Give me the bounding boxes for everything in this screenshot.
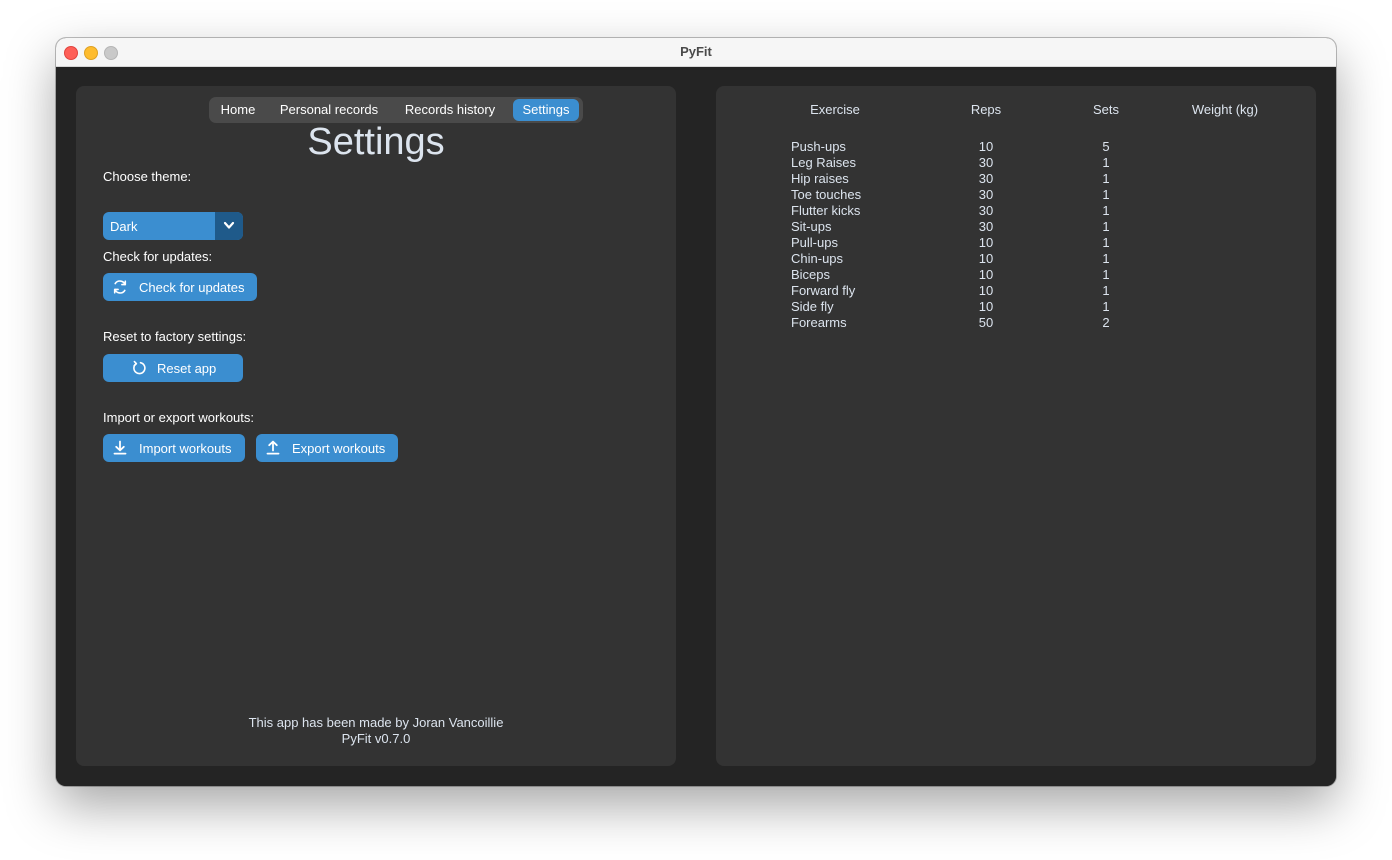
tab-personal-records[interactable]: Personal records xyxy=(268,99,390,121)
reset-app-label: Reset app xyxy=(157,361,217,376)
chevron-down-icon xyxy=(223,221,235,229)
cell-exercise: Pull-ups xyxy=(791,235,838,250)
cell-reps: 30 xyxy=(978,219,994,234)
cell-reps: 10 xyxy=(978,283,994,298)
cell-exercise: Biceps xyxy=(791,267,831,282)
dropdown-toggle[interactable] xyxy=(215,212,243,240)
theme-label: Choose theme: xyxy=(103,169,192,184)
column-header-sets: Sets xyxy=(1092,102,1119,117)
cell-exercise: Chin-ups xyxy=(791,251,844,266)
cell-sets: 1 xyxy=(1102,171,1110,186)
cell-exercise: Toe touches xyxy=(791,187,862,202)
cell-exercise: Push-ups xyxy=(791,139,846,154)
cell-exercise: Leg Raises xyxy=(791,155,857,170)
window-title: PyFit xyxy=(680,44,712,59)
cell-exercise: Forearms xyxy=(791,315,847,330)
cell-reps: 10 xyxy=(978,235,994,250)
cell-reps: 10 xyxy=(978,299,994,314)
theme-dropdown[interactable]: Dark xyxy=(103,212,243,240)
reset-icon xyxy=(133,360,146,375)
cell-exercise: Flutter kicks xyxy=(791,203,861,218)
cell-reps: 10 xyxy=(978,139,994,154)
export-workouts-label: Export workouts xyxy=(292,441,386,456)
import-workouts-label: Import workouts xyxy=(139,441,232,456)
cell-sets: 1 xyxy=(1102,219,1110,234)
export-workouts-button[interactable]: Export workouts xyxy=(256,434,398,462)
cell-exercise: Forward fly xyxy=(791,283,856,298)
cell-reps: 10 xyxy=(978,251,994,266)
cell-reps: 50 xyxy=(978,315,994,330)
updates-label: Check for updates: xyxy=(103,249,213,264)
cell-sets: 1 xyxy=(1102,267,1110,282)
cell-sets: 1 xyxy=(1102,283,1110,298)
cell-sets: 1 xyxy=(1102,251,1110,266)
cell-sets: 5 xyxy=(1102,139,1110,154)
cell-reps: 10 xyxy=(978,267,994,282)
cell-sets: 1 xyxy=(1102,187,1110,202)
cell-exercise: Side fly xyxy=(791,299,834,314)
check-for-updates-label: Check for updates xyxy=(139,280,245,295)
cell-reps: 30 xyxy=(978,155,994,170)
footer-version: PyFit v0.7.0 xyxy=(341,731,411,746)
column-header-exercise: Exercise xyxy=(810,102,860,117)
cell-sets: 1 xyxy=(1102,299,1110,314)
app-window: PyFit Home Personal records Records hist… xyxy=(56,38,1336,786)
column-header-weight: Weight (kg) xyxy=(1191,102,1259,117)
tab-records-history[interactable]: Records history xyxy=(394,99,506,121)
footer-credit: This app has been made by Joran Vancoill… xyxy=(248,715,504,730)
tab-bar: Home Personal records Records history Se… xyxy=(209,97,583,123)
import-workouts-button[interactable]: Import workouts xyxy=(103,434,245,462)
import-export-label: Import or export workouts: xyxy=(103,410,254,425)
cell-sets: 2 xyxy=(1102,315,1110,330)
cell-exercise: Hip raises xyxy=(791,171,849,186)
cell-sets: 1 xyxy=(1102,235,1110,250)
app-content: Home Personal records Records history Se… xyxy=(56,67,1336,786)
refresh-icon xyxy=(113,280,127,294)
download-icon xyxy=(113,440,127,455)
cell-reps: 30 xyxy=(978,171,994,186)
cell-exercise: Sit-ups xyxy=(791,219,832,234)
tab-settings[interactable]: Settings xyxy=(513,99,579,121)
reset-app-button[interactable]: Reset app xyxy=(103,354,243,382)
check-for-updates-button[interactable]: Check for updates xyxy=(103,273,257,301)
cell-sets: 1 xyxy=(1102,155,1110,170)
page-title: Settings xyxy=(307,121,445,163)
upload-icon xyxy=(266,440,280,455)
column-header-reps: Reps xyxy=(970,102,1002,117)
workout-table-panel: Exercise Reps Sets Weight (kg) Push-ups 1… xyxy=(716,86,1316,766)
tab-home[interactable]: Home xyxy=(212,99,264,121)
cell-sets: 1 xyxy=(1102,203,1110,218)
settings-panel: Home Personal records Records history Se… xyxy=(76,86,676,766)
reset-label: Reset to factory settings: xyxy=(103,329,247,344)
cell-reps: 30 xyxy=(978,187,994,202)
theme-dropdown-value: Dark xyxy=(110,219,138,234)
cell-reps: 30 xyxy=(978,203,994,218)
title-bar[interactable]: PyFit xyxy=(56,38,1336,67)
